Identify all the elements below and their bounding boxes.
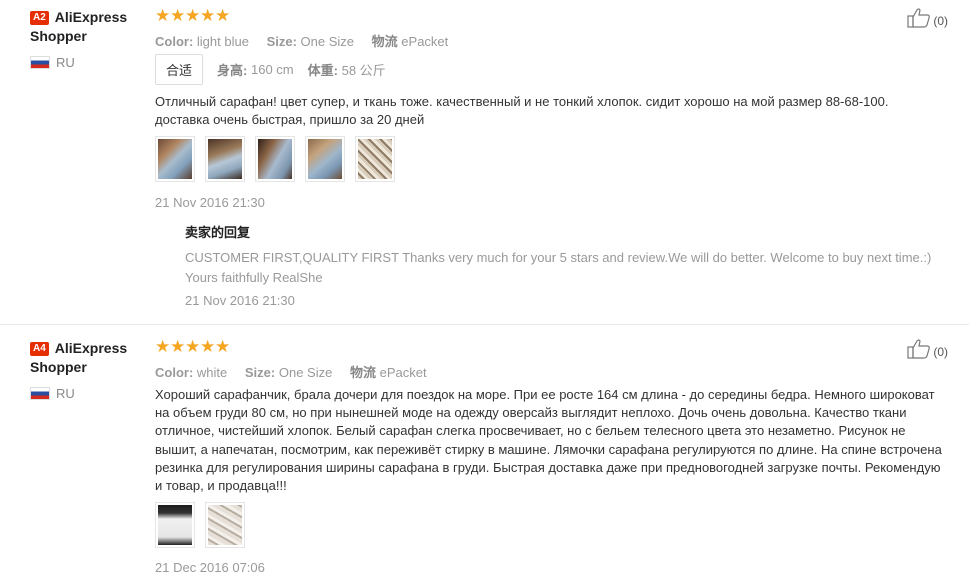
reviewer-name: A2 AliExpress Shopper	[30, 9, 128, 44]
review-photos	[155, 502, 245, 548]
helpful-count: (0)	[933, 14, 948, 28]
reviewer-country: RU	[30, 55, 145, 70]
review-photo-thumbnail[interactable]	[355, 136, 395, 182]
buyer-level-badge: A4	[30, 342, 49, 356]
helpful-button[interactable]: (0)	[907, 8, 948, 28]
seller-reply: 卖家的回复 CUSTOMER FIRST,QUALITY FIRST Thank…	[185, 222, 955, 308]
review-date: 21 Nov 2016 21:30	[155, 195, 265, 210]
ru-flag-icon	[30, 56, 50, 69]
fit-badge: 合适	[155, 54, 204, 85]
review-photos	[155, 136, 395, 182]
star-icon: ★	[155, 337, 171, 356]
order-attributes: Color: white Size: One Size 物流 ePacket	[155, 365, 427, 380]
star-icon: ★	[170, 6, 186, 25]
star-icon: ★	[200, 337, 216, 356]
review-photo-thumbnail[interactable]	[155, 502, 195, 548]
star-icon: ★	[215, 6, 231, 25]
star-icon: ★	[185, 337, 201, 356]
star-icon: ★	[185, 6, 201, 25]
size-value: One Size	[278, 365, 333, 380]
review-date: 21 Dec 2016 07:06	[155, 560, 265, 575]
order-attributes: Color: light blue Size: One Size 物流 ePac…	[155, 34, 449, 49]
review-photo-thumbnail[interactable]	[305, 136, 345, 182]
helpful-button[interactable]: (0)	[907, 339, 948, 359]
ru-flag-icon	[30, 387, 50, 400]
shipping-value: ePacket	[379, 365, 427, 380]
review-text: Отличный сарафан! цвет супер, и ткань то…	[155, 94, 889, 128]
seller-reply-title: 卖家的回复	[185, 225, 251, 240]
star-icon: ★	[155, 6, 171, 25]
thumbs-up-icon	[907, 8, 931, 28]
review-photo-thumbnail[interactable]	[205, 502, 245, 548]
review-photo-thumbnail[interactable]	[155, 136, 195, 182]
review-item: A4 AliExpress Shopper RU ★ ★ ★ ★ ★ Color:…	[0, 325, 969, 585]
weight-value: 58 公斤	[341, 63, 386, 78]
star-rating: ★ ★ ★ ★ ★	[155, 7, 230, 24]
color-value: light blue	[196, 34, 249, 49]
seller-reply-date: 21 Nov 2016 21:30	[185, 293, 295, 308]
seller-reply-text: CUSTOMER FIRST,QUALITY FIRST Thanks very…	[185, 250, 932, 285]
review-item: A2 AliExpress Shopper RU ★ ★ ★ ★ ★ Color:…	[0, 0, 969, 325]
reviewer-info: A2 AliExpress Shopper RU	[30, 8, 145, 70]
height-value: 160 cm	[250, 62, 294, 77]
reviewer-info: A4 AliExpress Shopper RU	[30, 339, 145, 401]
thumbs-up-icon	[907, 339, 931, 359]
buyer-level-badge: A2	[30, 11, 49, 25]
review-photo-thumbnail[interactable]	[205, 136, 245, 182]
star-icon: ★	[170, 337, 186, 356]
star-rating: ★ ★ ★ ★ ★	[155, 338, 230, 355]
review-text: Хороший сарафанчик, брала дочери для пое…	[155, 387, 942, 494]
fit-info: 合适 身高: 160 cm 体重: 58 公斤	[155, 54, 400, 85]
review-photo-thumbnail[interactable]	[255, 136, 295, 182]
star-icon: ★	[200, 6, 216, 25]
reviewer-name: A4 AliExpress Shopper	[30, 340, 128, 375]
star-icon: ★	[215, 337, 231, 356]
helpful-count: (0)	[933, 345, 948, 359]
color-value: white	[196, 365, 228, 380]
size-value: One Size	[300, 34, 355, 49]
shipping-value: ePacket	[401, 34, 449, 49]
reviewer-country: RU	[30, 386, 145, 401]
